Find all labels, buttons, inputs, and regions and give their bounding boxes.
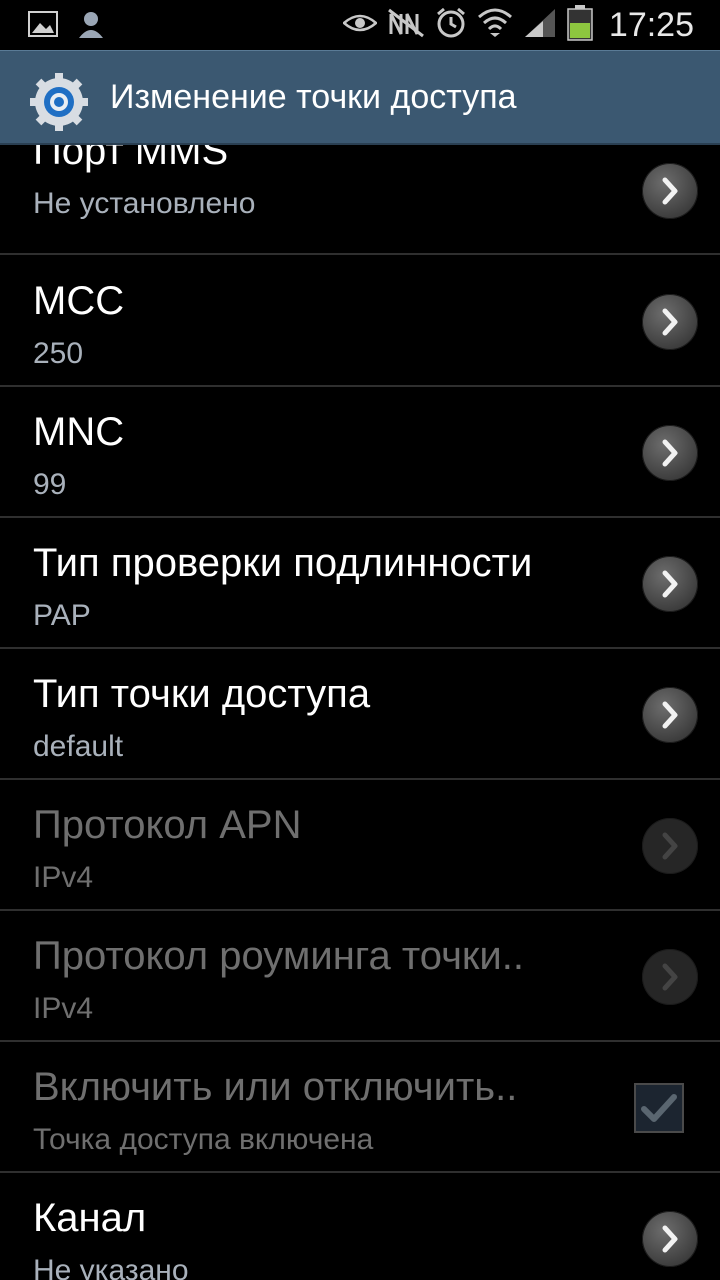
chevron-right-icon[interactable] <box>642 425 698 481</box>
item-summary: Не указано <box>33 1254 189 1280</box>
item-title: Порт MMS <box>33 145 229 173</box>
item-summary: 99 <box>33 468 67 501</box>
status-bar: 17:25 <box>0 0 720 50</box>
smart-stay-eye-icon <box>342 12 378 39</box>
item-title: Тип точки доступа <box>33 672 371 716</box>
item-summary: IPv4 <box>33 861 94 894</box>
preference-list: Порт MMS Не установлено MCC 250 MNC 99 Т… <box>0 145 720 1280</box>
checkmark-icon <box>641 1094 677 1122</box>
list-item-auth-type[interactable]: Тип проверки подлинности PAP <box>0 519 720 649</box>
list-item-apn-type[interactable]: Тип точки доступа default <box>0 650 720 780</box>
item-title: Включить или отключить.. <box>33 1065 518 1109</box>
item-summary: IPv4 <box>33 992 94 1025</box>
no-sim-icon <box>387 8 425 43</box>
list-item-mnc[interactable]: MNC 99 <box>0 388 720 518</box>
chevron-right-icon[interactable] <box>642 556 698 612</box>
item-title: Тип проверки подлинности <box>33 541 533 585</box>
chevron-right-icon[interactable] <box>642 294 698 350</box>
chevron-right-icon <box>642 818 698 874</box>
page-title: Изменение точки доступа <box>110 78 517 116</box>
item-summary: Точка доступа включена <box>33 1123 374 1156</box>
list-item-channel[interactable]: Канал Не указано <box>0 1174 720 1280</box>
chevron-right-icon[interactable] <box>642 687 698 743</box>
item-title: Протокол APN <box>33 803 302 847</box>
item-title: Протокол роуминга точки.. <box>33 934 524 978</box>
chevron-right-icon <box>642 949 698 1005</box>
item-summary: default <box>33 730 124 763</box>
chevron-right-icon[interactable] <box>642 1211 698 1267</box>
list-item-mms-port[interactable]: Порт MMS Не установлено <box>0 145 720 255</box>
list-item-apn-enable: Включить или отключить.. Точка доступа в… <box>0 1043 720 1173</box>
list-item-mcc[interactable]: MCC 250 <box>0 257 720 387</box>
list-item-roaming-protocol: Протокол роуминга точки.. IPv4 <box>0 912 720 1042</box>
signal-icon <box>523 7 557 44</box>
gallery-icon <box>28 11 58 42</box>
settings-gear-icon[interactable] <box>28 71 90 133</box>
alarm-icon <box>435 7 467 44</box>
item-title: MNC <box>33 410 125 454</box>
chevron-right-icon[interactable] <box>642 163 698 219</box>
item-title: MCC <box>33 279 125 323</box>
wifi-icon <box>477 7 513 44</box>
enable-checkbox <box>634 1083 684 1133</box>
item-summary: 250 <box>33 337 84 370</box>
item-summary: PAP <box>33 599 91 632</box>
item-title: Канал <box>33 1196 147 1240</box>
list-item-apn-protocol: Протокол APN IPv4 <box>0 781 720 911</box>
action-bar: Изменение точки доступа <box>0 50 720 145</box>
item-summary: Не установлено <box>33 187 256 220</box>
contact-icon <box>78 10 104 43</box>
battery-icon <box>567 4 593 46</box>
status-time: 17:25 <box>608 5 694 44</box>
